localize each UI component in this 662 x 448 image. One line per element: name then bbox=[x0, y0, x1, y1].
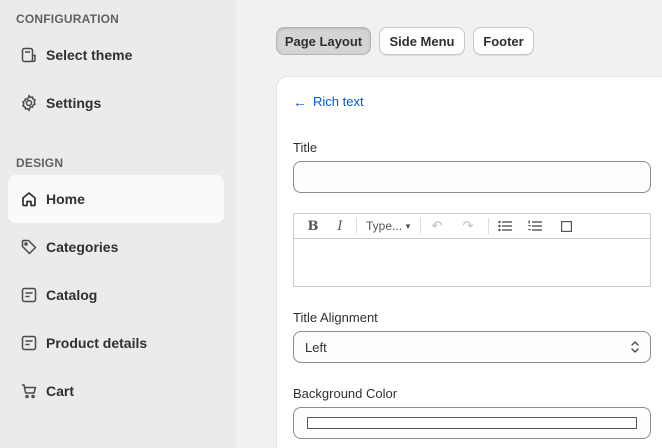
arrow-left-icon: ← bbox=[293, 93, 307, 110]
checkbox-icon[interactable] bbox=[557, 217, 575, 235]
color-swatch[interactable] bbox=[307, 417, 637, 429]
chevron-up-down-icon bbox=[630, 339, 640, 355]
title-alignment-label: Title Alignment bbox=[293, 310, 378, 325]
undo-icon[interactable]: ↶ bbox=[428, 217, 446, 235]
title-alignment-value: Left bbox=[305, 339, 327, 355]
editor-toolbar: B I Type... ▼ ↶ ↷ bbox=[294, 214, 650, 239]
sidebar-item-label: Categories bbox=[46, 239, 119, 255]
sidebar-item-label: Select theme bbox=[46, 47, 133, 63]
numbered-list-icon[interactable] bbox=[526, 217, 544, 235]
background-color-label: Background Color bbox=[293, 386, 398, 401]
sidebar-item-label: Settings bbox=[46, 95, 102, 111]
settings-panel: ← Rich text Title B I Type... ▼ ↶ ↷ Titl… bbox=[276, 76, 662, 448]
sidebar-item-cart[interactable]: Cart bbox=[8, 367, 224, 415]
type-dropdown[interactable]: Type... ▼ bbox=[364, 217, 414, 235]
sidebar-item-categories[interactable]: Categories bbox=[8, 223, 224, 271]
italic-button[interactable]: I bbox=[332, 217, 348, 235]
sidebar-item-product-details[interactable]: Product details bbox=[8, 319, 224, 367]
tab-page-layout[interactable]: Page Layout bbox=[276, 27, 371, 55]
home-icon bbox=[20, 190, 38, 208]
back-link-label: Rich text bbox=[313, 94, 364, 109]
sidebar-item-home[interactable]: Home bbox=[8, 175, 224, 223]
tab-side-menu[interactable]: Side Menu bbox=[379, 27, 465, 55]
design-section-title: DESIGN bbox=[16, 156, 64, 170]
toolbar-divider bbox=[488, 218, 489, 234]
title-label: Title bbox=[293, 140, 318, 155]
title-alignment-select[interactable]: Left bbox=[293, 331, 651, 363]
toolbar-divider bbox=[356, 218, 357, 234]
rich-text-editor: B I Type... ▼ ↶ ↷ bbox=[293, 213, 651, 287]
editor-content-area[interactable] bbox=[294, 240, 650, 286]
type-dropdown-label: Type... bbox=[366, 219, 403, 233]
tag-icon bbox=[20, 238, 38, 256]
sidebar-item-label: Product details bbox=[46, 335, 148, 351]
sidebar-item-label: Cart bbox=[46, 383, 75, 399]
title-input[interactable] bbox=[293, 161, 651, 193]
background-color-input[interactable] bbox=[293, 407, 651, 439]
sidebar-item-catalog[interactable]: Catalog bbox=[8, 271, 224, 319]
theme-icon bbox=[20, 46, 38, 64]
tab-footer[interactable]: Footer bbox=[473, 27, 534, 55]
toolbar-divider bbox=[420, 218, 421, 234]
redo-icon[interactable]: ↷ bbox=[459, 217, 477, 235]
configuration-section-title: CONFIGURATION bbox=[16, 12, 120, 26]
sidebar-item-select-theme[interactable]: Select theme bbox=[8, 31, 224, 79]
back-link[interactable]: ← Rich text bbox=[293, 94, 364, 109]
catalog-icon bbox=[20, 334, 38, 352]
bold-button[interactable]: B bbox=[304, 217, 322, 235]
caret-down-icon: ▼ bbox=[404, 221, 412, 231]
catalog-icon bbox=[20, 286, 38, 304]
bullet-list-icon[interactable] bbox=[496, 217, 514, 235]
sidebar: CONFIGURATION Select theme Settings DESI… bbox=[0, 0, 236, 448]
cart-icon bbox=[20, 382, 38, 400]
gear-icon bbox=[20, 94, 38, 112]
sidebar-item-label: Catalog bbox=[46, 287, 98, 303]
sidebar-item-label: Home bbox=[46, 191, 85, 207]
sidebar-item-settings[interactable]: Settings bbox=[8, 79, 224, 127]
